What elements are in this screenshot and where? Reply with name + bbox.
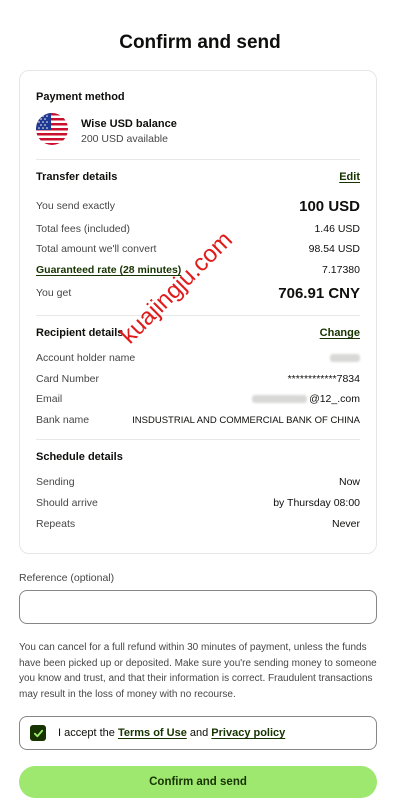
schedule-details-header: Schedule details [36,449,360,465]
email-row: Email @12_.com [36,391,360,407]
recipient-details-header: Recipient details Change [36,325,360,341]
row-label: Sending [36,476,75,488]
fees-row: Total fees (included) 1.46 USD [36,221,360,237]
receive-amount-value: 706.91 CNY [278,284,360,302]
row-label: Card Number [36,373,100,385]
arrival-value: by Thursday 08:00 [273,497,360,509]
row-label: Email [36,393,63,405]
row-label: Total fees (included) [36,223,130,235]
row-label: Should arrive [36,497,98,509]
repeats-row: Repeats Never [36,516,360,532]
balance-name: Wise USD balance [81,118,177,130]
bank-name-value: INSDUSTRIAL AND COMMERCIAL BANK OF CHINA [132,414,360,426]
recipient-details-title: Recipient details [36,327,124,339]
sending-row: Sending Now [36,474,360,490]
convert-amount-row: Total amount we'll convert 98.54 USD [36,241,360,257]
schedule-details-title: Schedule details [36,451,123,463]
divider [36,439,360,440]
row-label: Repeats [36,518,76,530]
fees-value: 1.46 USD [314,223,360,235]
terms-accept-row[interactable]: I accept the Terms of Use and Privacy po… [19,716,377,750]
us-flag-icon [36,113,68,145]
transfer-summary-card: Payment method Wise USD balance 200 USD … [19,70,377,554]
bank-name-row: Bank name INSDUSTRIAL AND COMMERCIAL BAN… [36,412,360,428]
row-label: Total amount we'll convert [36,243,157,255]
send-amount-row: You send exactly 100 USD [36,196,360,216]
divider [36,159,360,160]
terms-prefix: I accept the [58,727,115,739]
reference-label: Reference (optional) [19,572,115,584]
account-holder-value [330,352,360,364]
card-number-row: Card Number ************7834 [36,371,360,387]
card-number-value: ************7834 [287,373,360,385]
convert-amount-value: 98.54 USD [308,243,360,255]
repeats-value: Never [331,518,360,530]
terms-conjunction: and [189,727,209,739]
disclaimer-text: You can cancel for a full refund within … [19,642,377,700]
guaranteed-rate-link[interactable]: Guaranteed rate (28 minutes) [36,264,181,276]
balance-available: 200 USD available [81,133,168,145]
transfer-details-header: Transfer details Edit [36,169,360,185]
row-label: Account holder name [36,352,136,364]
email-value: @12_.com [252,393,360,405]
privacy-policy-link[interactable]: Privacy policy [211,727,285,739]
sending-value: Now [338,476,360,488]
rate-value: 7.17380 [322,264,360,276]
checkmark-icon [33,729,43,737]
payment-method-title: Payment method [36,91,125,103]
page-title: Confirm and send [119,32,281,53]
transfer-details-title: Transfer details [36,171,118,183]
send-amount-value: 100 USD [299,197,360,215]
divider [36,315,360,316]
payment-method-section: Payment method [36,91,360,103]
row-label: Bank name [36,414,90,426]
terms-checkbox[interactable] [30,725,46,741]
edit-link[interactable]: Edit [339,171,360,183]
receive-amount-row: You get 706.91 CNY [36,283,360,303]
terms-of-use-link[interactable]: Terms of Use [118,727,187,739]
row-label: You get [36,287,72,299]
account-holder-row: Account holder name [36,350,360,366]
reference-input[interactable] [19,590,377,624]
row-label: You send exactly [36,200,116,212]
change-link[interactable]: Change [320,327,360,339]
arrival-row: Should arrive by Thursday 08:00 [36,495,360,511]
confirm-and-send-button[interactable]: Confirm and send [19,766,377,798]
email-suffix: @12_.com [309,393,360,405]
guaranteed-rate-row: Guaranteed rate (28 minutes) 7.17380 [36,262,360,278]
